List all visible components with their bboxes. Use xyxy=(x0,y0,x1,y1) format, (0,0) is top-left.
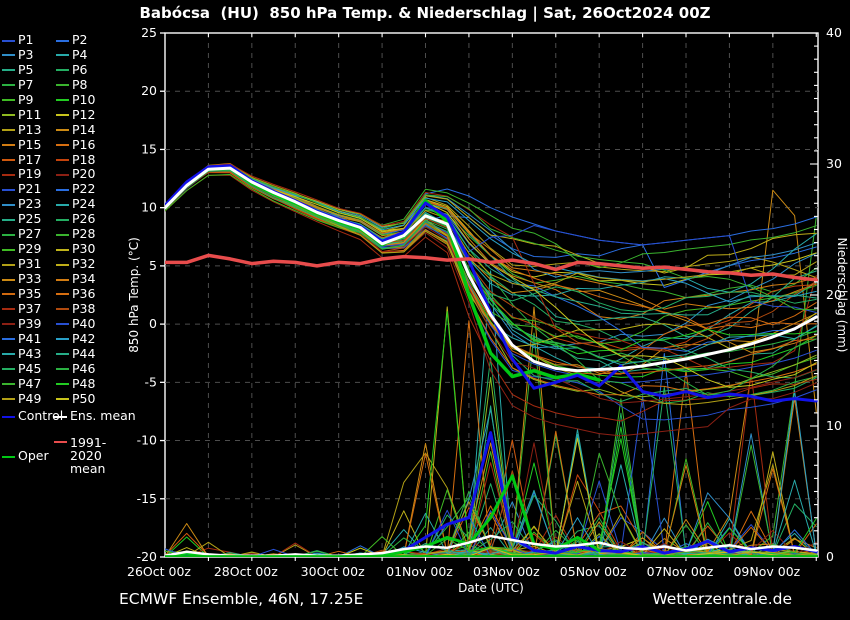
ensemble-member-precip-line xyxy=(165,377,816,557)
left-axis-tick-label: -5 xyxy=(145,374,157,389)
left-axis-tick-label: -10 xyxy=(137,433,157,448)
right-axis-title: Niederschlag (mm) xyxy=(835,238,849,353)
left-axis-tick-label: 15 xyxy=(141,141,157,156)
plot-border xyxy=(165,33,818,557)
right-axis-tick-label: 0 xyxy=(826,549,834,564)
model-info: ECMWF Ensemble, 46N, 17.25E xyxy=(119,590,363,608)
left-axis-tick-label: 25 xyxy=(141,25,157,40)
x-axis-tick-label: 26Oct 00z xyxy=(127,564,191,579)
left-axis-tick-label: -15 xyxy=(137,491,157,506)
plot-area xyxy=(165,164,818,558)
x-axis-tick-label: 28Oct 00z xyxy=(214,564,278,579)
x-axis-tick-label: 05Nov 00z xyxy=(560,564,627,579)
grid-lines xyxy=(165,33,818,557)
meteogram-page: Babócsa (HU) 850 hPa Temp. & Niederschla… xyxy=(0,0,850,620)
ensemble-member-precip-line xyxy=(165,391,816,557)
site-credit: Wetterzentrale.de xyxy=(652,590,792,608)
right-axis-tick-label: 10 xyxy=(826,418,842,433)
ensemble-member-precip-line xyxy=(165,452,816,557)
x-axis-tick-label: 30Oct 00z xyxy=(301,564,365,579)
left-axis-title: 850 hPa Temp. (°C) xyxy=(127,237,141,353)
right-axis-tick-label: 40 xyxy=(826,25,842,40)
x-axis-tick-label: 03Nov 00z xyxy=(473,564,540,579)
left-axis-tick-label: -20 xyxy=(137,549,157,564)
x-axis-tick-label: 09Nov 00z xyxy=(733,564,800,579)
left-axis-tick-label: 5 xyxy=(149,258,157,273)
x-axis-tick-label: 01Nov 00z xyxy=(386,564,453,579)
x-axis-title-text: Date (UTC) xyxy=(458,581,524,595)
left-axis-tick-label: 20 xyxy=(141,83,157,98)
left-axis-tick-label: 0 xyxy=(149,316,157,331)
x-axis-tick-label: 07Nov 00z xyxy=(647,564,714,579)
right-axis-tick-label: 30 xyxy=(826,156,842,171)
left-axis-tick-label: 10 xyxy=(141,200,157,215)
